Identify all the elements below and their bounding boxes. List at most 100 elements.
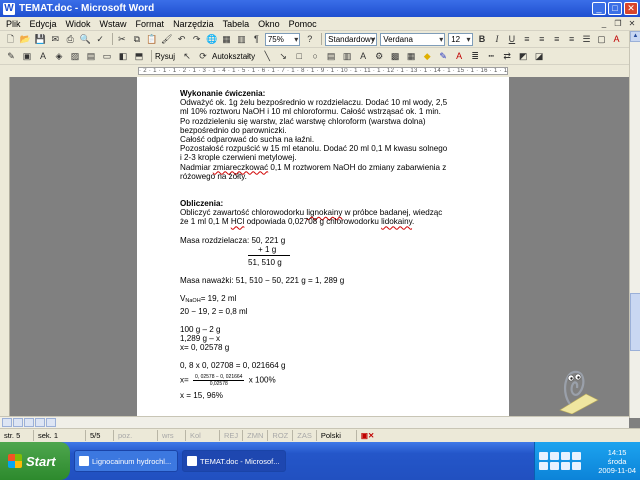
- maximize-button[interactable]: □: [608, 2, 622, 15]
- scroll-up-icon[interactable]: ▲: [630, 31, 640, 42]
- normal-view-icon[interactable]: [2, 418, 12, 427]
- web-view-icon[interactable]: [13, 418, 23, 427]
- line-color-icon[interactable]: ✎: [436, 50, 450, 63]
- align-right-icon[interactable]: ≡: [550, 33, 563, 46]
- tables-borders-icon[interactable]: ▦: [220, 33, 233, 46]
- rotate-icon[interactable]: ⟳: [196, 50, 210, 63]
- insert-diagram-icon[interactable]: ⚙: [372, 50, 386, 63]
- menu-wstaw[interactable]: Wstaw: [100, 19, 127, 29]
- tray-icon[interactable]: [550, 462, 559, 470]
- font-select[interactable]: Verdana: [380, 32, 446, 46]
- paste-icon[interactable]: 📋: [145, 33, 158, 46]
- permission-icon[interactable]: ✉: [49, 33, 62, 46]
- spelling-icon[interactable]: ✓: [94, 33, 107, 46]
- italic-button[interactable]: I: [491, 33, 504, 46]
- font-color-icon[interactable]: A: [610, 33, 623, 46]
- word-app-icon[interactable]: W: [3, 2, 15, 15]
- horizontal-ruler[interactable]: · 2 · 1 · 1 · 1 · 2 · 1 · 3 · 1 · 4 · 1 …: [0, 65, 640, 77]
- tray-icon[interactable]: [572, 462, 581, 470]
- clipart-icon[interactable]: ▨: [68, 50, 82, 63]
- print-view-icon[interactable]: [24, 418, 34, 427]
- doc-close-button[interactable]: ✕: [626, 19, 638, 29]
- copy-icon[interactable]: ⧉: [130, 33, 143, 46]
- tray-icon[interactable]: [561, 452, 570, 460]
- office-assistant-clippy[interactable]: [556, 364, 600, 414]
- menu-narzedzia[interactable]: Narzędzia: [173, 19, 214, 29]
- menu-okno[interactable]: Okno: [258, 19, 280, 29]
- shadow-style-icon[interactable]: ◩: [516, 50, 530, 63]
- justify-icon[interactable]: ≡: [565, 33, 578, 46]
- undo-icon[interactable]: ↶: [175, 33, 188, 46]
- redo-icon[interactable]: ↷: [190, 33, 203, 46]
- arrow-style-icon[interactable]: ⇄: [500, 50, 514, 63]
- draw-menu-button[interactable]: Rysuj: [155, 52, 175, 61]
- numbering-icon[interactable]: ☰: [580, 33, 593, 46]
- print-icon[interactable]: ⎙: [64, 33, 77, 46]
- scroll-thumb[interactable]: [630, 293, 640, 351]
- bold-button[interactable]: B: [476, 33, 489, 46]
- status-extend[interactable]: ROZ: [268, 430, 294, 441]
- align-left-icon[interactable]: ≡: [520, 33, 533, 46]
- insert-wordart-icon[interactable]: A: [356, 50, 370, 63]
- menu-edycja[interactable]: Edycja: [30, 19, 57, 29]
- tray-icon[interactable]: [561, 462, 570, 470]
- line-icon[interactable]: ╲: [260, 50, 274, 63]
- clock[interactable]: 14:15 środa 2009-11-04: [598, 448, 636, 475]
- new-document-icon[interactable]: 🗋: [4, 33, 17, 46]
- save-icon[interactable]: 💾: [34, 33, 47, 46]
- cut-icon[interactable]: ✂: [115, 33, 128, 46]
- help-icon[interactable]: ?: [303, 33, 316, 46]
- underline-button[interactable]: U: [505, 33, 518, 46]
- fill-color-icon[interactable]: ◆: [420, 50, 434, 63]
- borders-icon[interactable]: ▢: [595, 33, 608, 46]
- autoshapes-button[interactable]: Autokształty: [212, 52, 255, 61]
- menu-format[interactable]: Format: [136, 19, 165, 29]
- status-track-changes[interactable]: ZMN: [243, 430, 269, 441]
- vertical-text-icon[interactable]: ▥: [340, 50, 354, 63]
- hyperlink-icon[interactable]: 🌐: [205, 33, 218, 46]
- doc-minimize-button[interactable]: _: [598, 19, 610, 29]
- menu-widok[interactable]: Widok: [66, 19, 91, 29]
- tray-icon[interactable]: [539, 452, 548, 460]
- format-painter-icon[interactable]: 🖌: [160, 33, 173, 46]
- rectangle-icon[interactable]: □: [292, 50, 306, 63]
- font-size-select[interactable]: 12: [448, 32, 473, 46]
- align-center-icon[interactable]: ≡: [535, 33, 548, 46]
- draw-font-color-icon[interactable]: A: [452, 50, 466, 63]
- 3d-icon[interactable]: ⬒: [132, 50, 146, 63]
- menu-plik[interactable]: Plik: [6, 19, 21, 29]
- select-arrow-icon[interactable]: ↖: [180, 50, 194, 63]
- horizontal-scrollbar[interactable]: [0, 416, 629, 428]
- status-language[interactable]: Polski: [317, 430, 357, 441]
- tray-icon[interactable]: [550, 452, 559, 460]
- document-content[interactable]: Wykonanie ćwiczenia: Odważyć ok. 1g żelu…: [180, 89, 500, 400]
- vertical-scrollbar[interactable]: ▲: [629, 31, 640, 418]
- oval-icon[interactable]: ○: [308, 50, 322, 63]
- picture-icon[interactable]: ▤: [84, 50, 98, 63]
- menu-pomoc[interactable]: Pomoc: [289, 19, 317, 29]
- menu-tabela[interactable]: Tabela: [223, 19, 250, 29]
- textbox-icon[interactable]: ▭: [100, 50, 114, 63]
- style-select[interactable]: Standardowy: [325, 32, 378, 46]
- draw-table-icon[interactable]: ✎: [4, 50, 18, 63]
- shadow-icon[interactable]: ◧: [116, 50, 130, 63]
- wordart-icon[interactable]: A: [36, 50, 50, 63]
- insert-clipart-icon[interactable]: ▩: [388, 50, 402, 63]
- print-preview-icon[interactable]: 🔍: [79, 33, 92, 46]
- status-overtype[interactable]: ZAS: [293, 430, 317, 441]
- minimize-button[interactable]: _: [592, 2, 606, 15]
- zoom-select[interactable]: 75%: [264, 32, 301, 46]
- show-hide-icon[interactable]: ¶: [250, 33, 263, 46]
- tray-icon[interactable]: [539, 462, 548, 470]
- dash-style-icon[interactable]: ┅: [484, 50, 498, 63]
- taskbar-item-lignocainum[interactable]: Lignocainum hydrochl...: [74, 450, 178, 472]
- outline-view-icon[interactable]: [35, 418, 45, 427]
- taskbar-item-temat-doc[interactable]: TEMAT.doc - Microsof...: [182, 450, 286, 472]
- frame-icon[interactable]: ▣: [20, 50, 34, 63]
- diagram-icon[interactable]: ◈: [52, 50, 66, 63]
- insert-picture-icon[interactable]: ▦: [404, 50, 418, 63]
- text-box-icon[interactable]: ▤: [324, 50, 338, 63]
- vertical-ruler[interactable]: [0, 77, 10, 416]
- document-page[interactable]: Wykonanie ćwiczenia: Odważyć ok. 1g żelu…: [137, 77, 509, 416]
- arrow-icon[interactable]: ↘: [276, 50, 290, 63]
